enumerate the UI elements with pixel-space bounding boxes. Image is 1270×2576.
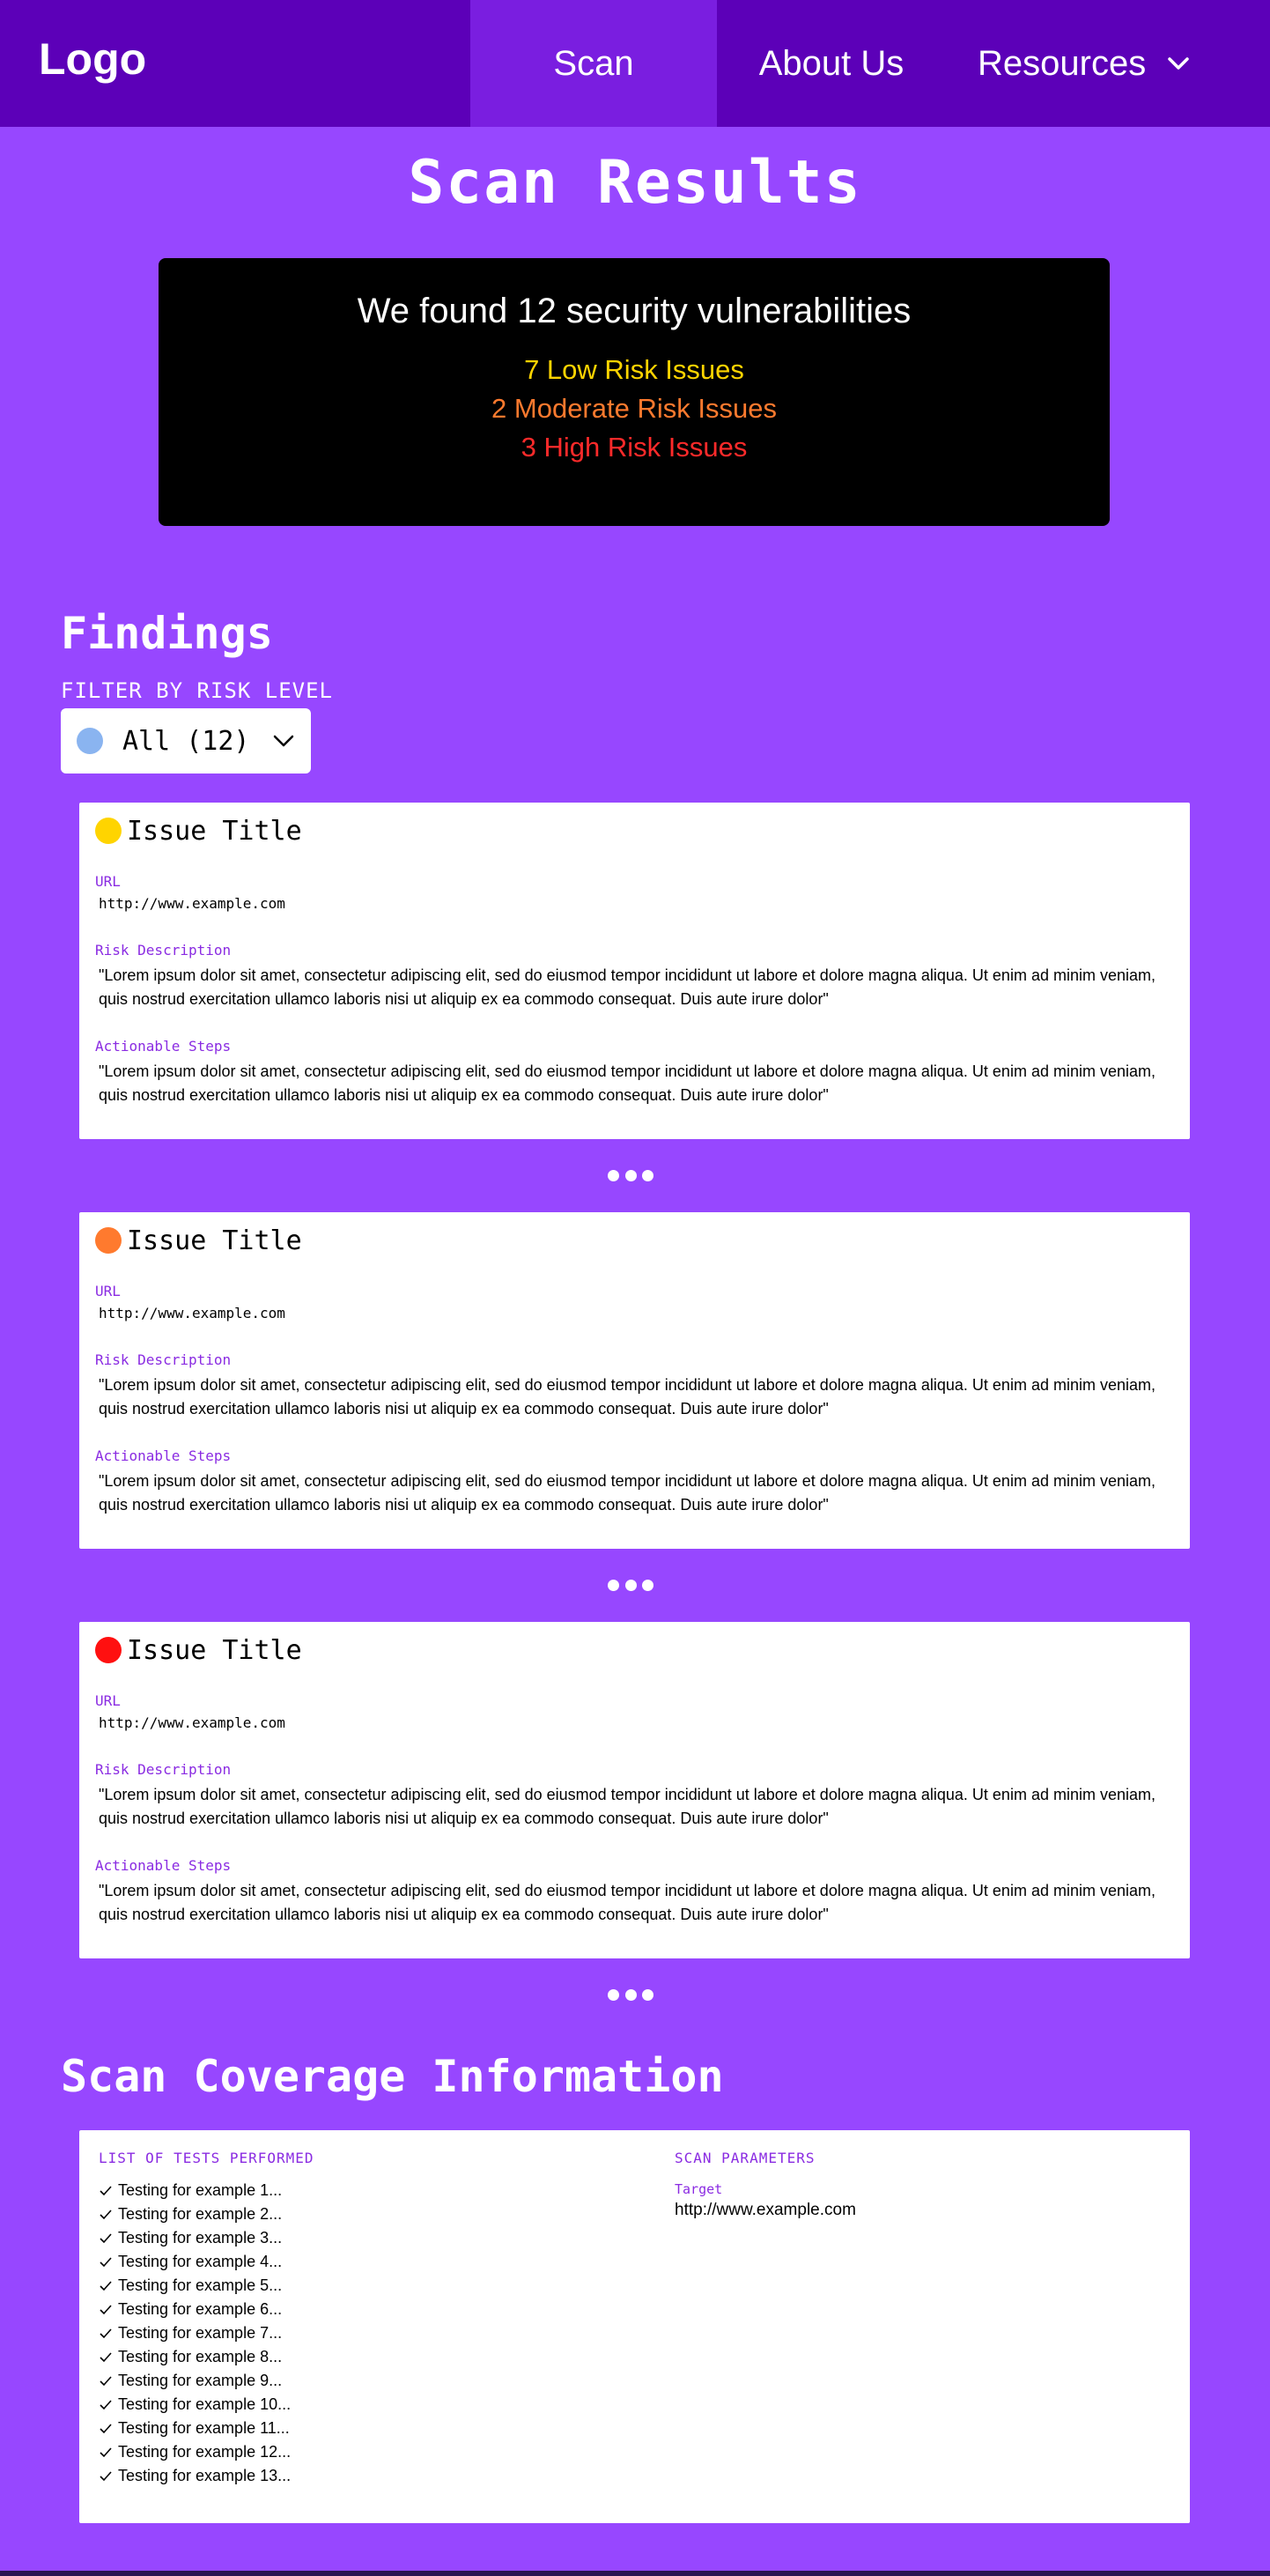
bottom-border [0, 2571, 1270, 2576]
url-label: URL [95, 1283, 121, 1299]
nav-item-scan[interactable]: Scan [470, 0, 717, 127]
high-risk-count: 3 High Risk Issues [521, 432, 748, 463]
actionable-steps-label: Actionable Steps [95, 1038, 232, 1055]
url-label: URL [95, 873, 121, 890]
list-item: Testing for example 5... [99, 2274, 291, 2298]
low-risk-count: 7 Low Risk Issues [524, 354, 744, 385]
page-title: Scan Results [408, 148, 862, 218]
chevron-down-icon [1168, 57, 1189, 70]
check-icon [100, 2446, 112, 2457]
check-icon [100, 2185, 112, 2195]
coverage-title: Scan Coverage Information [61, 2051, 724, 2102]
nav-item-about-us[interactable]: About Us [717, 0, 946, 127]
test-label: Testing for example 5... [118, 2276, 283, 2294]
list-item: Testing for example 4... [99, 2250, 291, 2274]
risk-indicator-dot [95, 818, 122, 844]
list-item: Testing for example 11... [99, 2417, 291, 2440]
risk-description: "Lorem ipsum dolor sit amet, consectetur… [99, 966, 1156, 1008]
test-label: Testing for example 3... [118, 2229, 283, 2247]
test-label: Testing for example 2... [118, 2205, 283, 2223]
check-icon [100, 2256, 112, 2267]
actionable-steps: "Lorem ipsum dolor sit amet, consectetur… [99, 1472, 1156, 1514]
list-item: Testing for example 8... [99, 2345, 291, 2369]
risk-indicator-dot [95, 1227, 122, 1254]
risk-description-label: Risk Description [95, 1351, 232, 1368]
check-icon [100, 2304, 112, 2314]
filter-selected-value: All (12) [122, 725, 250, 757]
target-value[interactable]: http://www.example.com [675, 2201, 856, 2220]
test-label: Testing for example 7... [118, 2324, 283, 2342]
test-label: Testing for example 12... [118, 2443, 292, 2461]
issue-card: Issue Title URL http://www.example.com R… [79, 1622, 1190, 1958]
issue-url[interactable]: http://www.example.com [99, 1305, 1174, 1321]
chevron-down-icon [273, 735, 294, 747]
list-item: Testing for example 1... [99, 2179, 291, 2202]
list-item: Testing for example 13... [99, 2464, 291, 2488]
filter-label: FILTER BY RISK LEVEL [61, 678, 333, 703]
more-options-icon[interactable] [608, 1580, 653, 1592]
target-label: Target [675, 2181, 723, 2197]
check-icon [100, 2375, 112, 2386]
issue-title: Issue Title [127, 1634, 302, 1666]
logo[interactable]: Logo [39, 33, 146, 85]
list-item: Testing for example 3... [99, 2226, 291, 2250]
url-label: URL [95, 1692, 121, 1709]
check-icon [100, 2232, 112, 2243]
list-item: Testing for example 2... [99, 2202, 291, 2226]
actionable-steps: "Lorem ipsum dolor sit amet, consectetur… [99, 1882, 1156, 1923]
list-item: Testing for example 10... [99, 2393, 291, 2417]
nav-item-resources[interactable]: Resources [978, 0, 1233, 127]
nav-item-label: About Us [758, 43, 905, 83]
check-icon [100, 2423, 112, 2433]
actionable-steps: "Lorem ipsum dolor sit amet, consectetur… [99, 1062, 1156, 1104]
list-item: Testing for example 12... [99, 2440, 291, 2464]
test-label: Testing for example 1... [118, 2181, 283, 2199]
more-options-icon[interactable] [608, 1989, 653, 2002]
check-icon [100, 2209, 112, 2219]
more-options-icon[interactable] [608, 1170, 653, 1182]
scan-coverage-panel: LIST OF TESTS PERFORMED SCAN PARAMETERS … [79, 2130, 1190, 2523]
findings-title: Findings [61, 608, 273, 659]
test-label: Testing for example 13... [118, 2467, 292, 2484]
risk-description: "Lorem ipsum dolor sit amet, consectetur… [99, 1376, 1156, 1418]
issue-title: Issue Title [127, 1225, 302, 1256]
test-label: Testing for example 8... [118, 2348, 283, 2365]
test-label: Testing for example 4... [118, 2253, 283, 2270]
filter-color-dot [77, 728, 103, 754]
test-label: Testing for example 6... [118, 2300, 283, 2318]
issue-title: Issue Title [127, 815, 302, 847]
check-icon [100, 2399, 112, 2409]
list-item: Testing for example 7... [99, 2321, 291, 2345]
nav-item-label: Scan [553, 43, 634, 83]
issue-card: Issue Title URL http://www.example.com R… [79, 1212, 1190, 1549]
issue-url[interactable]: http://www.example.com [99, 895, 1174, 912]
check-icon [100, 2280, 112, 2291]
tests-list: Testing for example 1... Testing for exa… [99, 2179, 291, 2488]
tests-performed-label: LIST OF TESTS PERFORMED [99, 2150, 314, 2166]
risk-description: "Lorem ipsum dolor sit amet, consectetur… [99, 1786, 1156, 1827]
risk-indicator-dot [95, 1637, 122, 1663]
actionable-steps-label: Actionable Steps [95, 1857, 232, 1874]
risk-description-label: Risk Description [95, 1761, 232, 1778]
summary-headline: We found 12 security vulnerabilities [357, 292, 912, 330]
vulnerability-summary: We found 12 security vulnerabilities 7 L… [159, 258, 1110, 526]
test-label: Testing for example 10... [118, 2395, 292, 2413]
nav-item-label: Resources [978, 43, 1147, 83]
top-navigation: Logo Scan About Us Resources [0, 0, 1270, 127]
moderate-risk-count: 2 Moderate Risk Issues [491, 393, 777, 424]
issue-card: Issue Title URL http://www.example.com R… [79, 803, 1190, 1139]
issue-url[interactable]: http://www.example.com [99, 1714, 1174, 1731]
test-label: Testing for example 11... [118, 2419, 290, 2437]
list-item: Testing for example 9... [99, 2369, 291, 2393]
test-label: Testing for example 9... [118, 2372, 283, 2389]
check-icon [100, 2328, 112, 2338]
check-icon [100, 2470, 112, 2481]
list-item: Testing for example 6... [99, 2298, 291, 2321]
risk-level-filter[interactable]: All (12) [61, 708, 311, 774]
actionable-steps-label: Actionable Steps [95, 1447, 232, 1464]
check-icon [100, 2351, 112, 2362]
risk-description-label: Risk Description [95, 942, 232, 959]
scan-parameters-label: SCAN PARAMETERS [675, 2150, 816, 2166]
